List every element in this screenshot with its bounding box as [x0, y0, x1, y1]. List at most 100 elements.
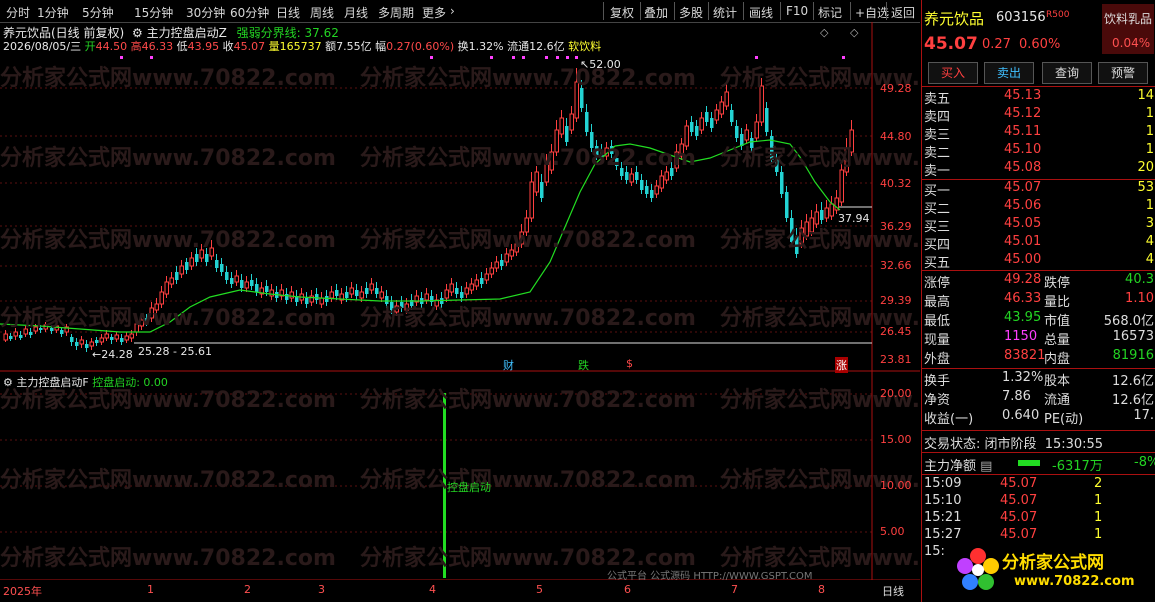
candle-body[interactable]	[95, 340, 99, 343]
candle-body[interactable]	[99, 337, 104, 343]
candle-body[interactable]	[449, 283, 454, 293]
candle-body[interactable]	[500, 260, 504, 266]
tab-multi-period[interactable]: 多周期	[378, 4, 414, 21]
candle-body[interactable]	[659, 175, 664, 189]
candle-body[interactable]	[710, 118, 714, 128]
candle-body[interactable]	[504, 253, 509, 263]
candle-body[interactable]	[469, 283, 474, 291]
sell-button[interactable]: 卖出	[984, 62, 1034, 84]
candle-body[interactable]	[120, 338, 124, 342]
candle-body[interactable]	[375, 288, 379, 294]
candle-body[interactable]	[329, 291, 334, 299]
candle-body[interactable]	[75, 342, 79, 346]
candle-body[interactable]	[355, 290, 359, 296]
candle-body[interactable]	[189, 257, 194, 267]
candle-body[interactable]	[540, 182, 544, 198]
tab-15min[interactable]: 15分钟	[134, 4, 173, 21]
candle-body[interactable]	[240, 280, 244, 288]
sector-box[interactable]: 饮料乳品 0.04%	[1102, 4, 1154, 54]
event-mark-dollar[interactable]: $	[626, 357, 633, 370]
candle-body[interactable]	[3, 333, 8, 341]
candle-body[interactable]	[169, 277, 174, 285]
tab-fenshi[interactable]: 分时	[6, 4, 30, 21]
candle-body[interactable]	[730, 110, 734, 122]
candle-body[interactable]	[735, 126, 739, 138]
candle-body[interactable]	[635, 172, 639, 180]
event-mark-drop[interactable]: 跌	[578, 357, 589, 373]
candle-body[interactable]	[195, 254, 199, 262]
candle-body[interactable]	[484, 273, 489, 281]
candle-body[interactable]	[640, 180, 644, 190]
tab-daily[interactable]: 日线	[276, 4, 300, 21]
candle-body[interactable]	[765, 108, 769, 132]
candle-body[interactable]	[124, 335, 129, 341]
candle-body[interactable]	[474, 279, 479, 287]
candle-body[interactable]	[455, 288, 459, 294]
candle-body[interactable]	[754, 121, 759, 139]
f10-button[interactable]: F10	[786, 4, 808, 18]
tab-60min[interactable]: 60分钟	[230, 4, 269, 21]
overlay-button[interactable]: 叠加	[644, 4, 668, 21]
candle-body[interactable]	[205, 254, 209, 262]
candle-body[interactable]	[234, 275, 239, 283]
alert-button[interactable]: 预警	[1098, 62, 1148, 84]
query-button[interactable]: 查询	[1042, 62, 1092, 84]
candle-body[interactable]	[85, 344, 89, 348]
candle-body[interactable]	[70, 337, 74, 342]
candle-body[interactable]	[365, 288, 369, 294]
candle-body[interactable]	[820, 210, 824, 220]
tab-30min[interactable]: 30分钟	[186, 4, 225, 21]
list-icon[interactable]: ▤	[980, 459, 992, 474]
tab-more[interactable]: 更多	[422, 4, 446, 21]
candle-body[interactable]	[724, 91, 729, 107]
net-flow-row[interactable]: 主力净额 ▤	[924, 455, 992, 474]
draw-line-button[interactable]: 画线	[749, 4, 773, 21]
candle-body[interactable]	[19, 335, 23, 338]
candle-body[interactable]	[349, 287, 354, 295]
candle-body[interactable]	[289, 291, 294, 299]
candle-body[interactable]	[225, 272, 229, 280]
candle-body[interactable]	[690, 122, 694, 132]
candle-body[interactable]	[569, 113, 574, 131]
candle-body[interactable]	[104, 333, 109, 339]
candle-body[interactable]	[13, 331, 18, 337]
candle-body[interactable]	[824, 207, 829, 219]
gear-icon[interactable]: ⚙	[3, 376, 13, 389]
candle-body[interactable]	[129, 333, 134, 339]
candle-body[interactable]	[654, 185, 659, 195]
candle-body[interactable]	[664, 171, 669, 181]
candle-body[interactable]	[164, 281, 169, 295]
candle-body[interactable]	[534, 171, 539, 193]
candle-body[interactable]	[369, 283, 374, 291]
candle-body[interactable]	[494, 261, 499, 269]
candle-body[interactable]	[215, 260, 219, 268]
candle-body[interactable]	[89, 341, 94, 347]
chevron-right-icon[interactable]: ›	[450, 4, 455, 18]
mark-button[interactable]: 标记	[818, 4, 842, 21]
multi-stock-button[interactable]: 多股	[679, 4, 703, 21]
candle-body[interactable]	[625, 172, 629, 180]
candle-body[interactable]	[255, 284, 259, 292]
candle-body[interactable]	[585, 112, 589, 132]
candle-body[interactable]	[705, 112, 709, 122]
candle-body[interactable]	[829, 203, 834, 217]
candle-body[interactable]	[359, 291, 364, 299]
candle-body[interactable]	[244, 281, 249, 289]
candle-body[interactable]	[480, 278, 484, 284]
tab-weekly[interactable]: 周线	[310, 4, 334, 21]
candle-body[interactable]	[114, 334, 119, 340]
candle-body[interactable]	[489, 267, 494, 275]
candle-body[interactable]	[559, 117, 564, 135]
candle-body[interactable]	[780, 172, 784, 194]
add-watchlist-button[interactable]: +自选	[855, 4, 889, 21]
buy-button[interactable]: 买入	[928, 62, 978, 84]
candle-body[interactable]	[714, 109, 719, 121]
candle-body[interactable]	[335, 290, 339, 296]
candle-body[interactable]	[175, 272, 179, 280]
candle-body[interactable]	[220, 264, 224, 272]
fuquan-button[interactable]: 复权	[610, 4, 634, 21]
candle-body[interactable]	[464, 287, 469, 295]
candle-body[interactable]	[79, 339, 84, 345]
candle-body[interactable]	[265, 286, 269, 292]
candle-body[interactable]	[250, 280, 254, 286]
